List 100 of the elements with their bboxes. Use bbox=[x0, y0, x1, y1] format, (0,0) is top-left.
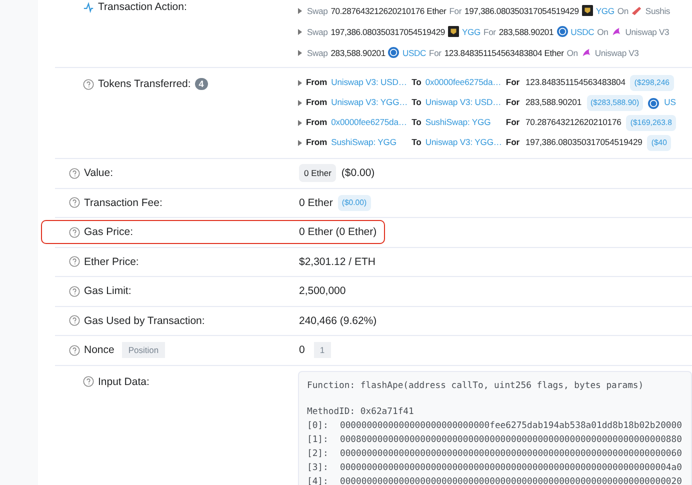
field-value: 240,466 (9.62%) bbox=[299, 314, 377, 327]
param-value: 0008000000000000000000000000000000000000000000000000000000000880 bbox=[340, 434, 682, 444]
from-label: From bbox=[306, 136, 328, 150]
action-word: Swap bbox=[307, 48, 328, 58]
help-icon bbox=[69, 256, 80, 268]
field-label: Transaction Fee: bbox=[84, 196, 162, 209]
help-icon bbox=[69, 315, 80, 326]
field-label: Nonce bbox=[84, 344, 114, 356]
amount-text: 197,386.080350317054519429 bbox=[464, 6, 579, 16]
shield-icon bbox=[582, 5, 593, 16]
caret-icon bbox=[298, 140, 302, 146]
action-word: For bbox=[484, 26, 496, 36]
param-index: [0]: bbox=[307, 420, 330, 432]
for-label: For bbox=[506, 76, 520, 90]
field-label: Gas Limit: bbox=[84, 285, 132, 298]
help-icon bbox=[83, 78, 94, 90]
from-label: From bbox=[306, 116, 328, 130]
address-link[interactable]: Uniswap V3: USD… bbox=[331, 75, 408, 91]
action-word: On bbox=[597, 26, 608, 36]
amount-text: 197,386.080350317054519429 bbox=[330, 26, 445, 36]
exchange-name: Uniswap V3 bbox=[594, 48, 639, 58]
field-label: Value: bbox=[84, 167, 113, 180]
action-word: Swap bbox=[307, 6, 328, 16]
amount-text: 283,588.90201 bbox=[330, 48, 386, 58]
field-value: $2,301.12 / ETH bbox=[299, 256, 376, 268]
action-word: On bbox=[566, 48, 578, 58]
to-label: To bbox=[412, 116, 422, 130]
field-value: 2,500,000 bbox=[299, 285, 346, 298]
pulse-icon bbox=[83, 2, 94, 12]
caret-icon bbox=[298, 8, 302, 14]
action-word: Swap bbox=[307, 26, 328, 36]
address-link[interactable]: Uniswap V3: YGG… bbox=[425, 135, 502, 151]
param-value: 0000000000000000000000000000000000000000000000000000000000000060 bbox=[340, 448, 682, 458]
position-tag: 1 bbox=[314, 342, 331, 358]
for-label: For bbox=[506, 136, 520, 150]
param-index: [2]: bbox=[307, 448, 330, 460]
shield-icon bbox=[448, 26, 459, 37]
param-index: [4]: bbox=[307, 476, 330, 485]
action-word: For bbox=[449, 6, 462, 16]
amount-text: 123.848351154563483804 Ether bbox=[444, 48, 564, 58]
param-index: [3]: bbox=[307, 462, 330, 474]
address-link[interactable]: 0x0000fee6275da… bbox=[331, 115, 408, 131]
address-link[interactable]: Uniswap V3: YGG… bbox=[331, 95, 408, 111]
amount-text: 70.287643212620210176 Ether bbox=[330, 6, 446, 16]
to-label: To bbox=[412, 96, 422, 110]
token-link[interactable]: USDC bbox=[402, 48, 426, 58]
help-icon bbox=[69, 344, 80, 356]
token-link[interactable]: US bbox=[664, 95, 676, 111]
caret-icon bbox=[298, 80, 302, 86]
help-icon bbox=[69, 168, 80, 179]
count-badge: 4 bbox=[194, 78, 208, 90]
address-link[interactable]: SushiSwap: YGG bbox=[331, 135, 408, 151]
field-label: Transaction Action: bbox=[98, 1, 187, 13]
token-link[interactable]: USDC bbox=[570, 26, 594, 36]
address-link[interactable]: SushiSwap: YGG bbox=[425, 115, 502, 131]
field-value: 0 Ether bbox=[299, 196, 333, 209]
ether-badge: 0 Ether bbox=[299, 164, 336, 182]
help-icon bbox=[69, 226, 80, 238]
param-value: 00000000000000000000000000000000000000000000000000000000000004a0 bbox=[340, 462, 682, 472]
field-label: Gas Used by Transaction: bbox=[84, 314, 205, 327]
field-label: Input Data: bbox=[98, 376, 150, 388]
coin-icon bbox=[648, 98, 660, 108]
field-label: Ether Price: bbox=[84, 256, 139, 268]
help-icon bbox=[69, 197, 80, 208]
for-label: For bbox=[506, 96, 520, 110]
from-label: From bbox=[306, 96, 328, 110]
exchange-name: Sushis bbox=[645, 6, 670, 16]
amount-text: 283,588.90201 bbox=[525, 96, 582, 110]
caret-icon bbox=[298, 120, 302, 126]
amount-text: 283,588.90201 bbox=[498, 26, 554, 36]
field-label: Gas Price: bbox=[84, 226, 134, 238]
amount-text: 123.848351154563483804 bbox=[525, 76, 626, 90]
help-icon bbox=[69, 286, 80, 297]
amount-text: 70.287643212620210176 bbox=[525, 116, 622, 130]
from-label: From bbox=[306, 76, 328, 90]
caret-icon bbox=[298, 28, 302, 34]
address-link[interactable]: Uniswap V3: USD… bbox=[425, 95, 502, 111]
param-value: 0000000000000000000000000000fee6275dab194ab538a01dd8b18b02b20000 bbox=[340, 420, 682, 430]
amount-text: 197,386.080350317054519429 bbox=[525, 136, 642, 150]
coin-icon bbox=[556, 26, 568, 37]
field-label: Tokens Transferred: bbox=[98, 78, 191, 90]
to-label: To bbox=[412, 136, 422, 150]
field-value: 0 Ether (0 Ether) bbox=[299, 226, 377, 238]
to-label: To bbox=[412, 76, 422, 90]
coin-icon bbox=[388, 47, 400, 58]
exchange-name: Uniswap V3 bbox=[625, 26, 670, 36]
code-line: MethodID: 0x62a71f41 bbox=[307, 406, 415, 418]
address-link[interactable]: 0x0000fee6275da… bbox=[425, 75, 502, 91]
help-icon bbox=[83, 376, 94, 387]
token-link[interactable]: YGG bbox=[462, 26, 481, 36]
action-word: For bbox=[429, 48, 442, 58]
code-line: Function: flashApe(address callTo, uint256 flags, bytes params) bbox=[307, 380, 645, 392]
for-label: For bbox=[506, 116, 520, 130]
token-link[interactable]: YGG bbox=[596, 6, 614, 16]
field-value: 0 bbox=[299, 344, 305, 356]
caret-icon bbox=[298, 100, 302, 106]
field-value: ($0.00) bbox=[341, 167, 375, 180]
position-tag: Position bbox=[122, 342, 165, 358]
param-value: 0000000000000000000000000000000000000000000000000000000000000020 bbox=[340, 476, 682, 485]
caret-icon bbox=[298, 50, 302, 56]
